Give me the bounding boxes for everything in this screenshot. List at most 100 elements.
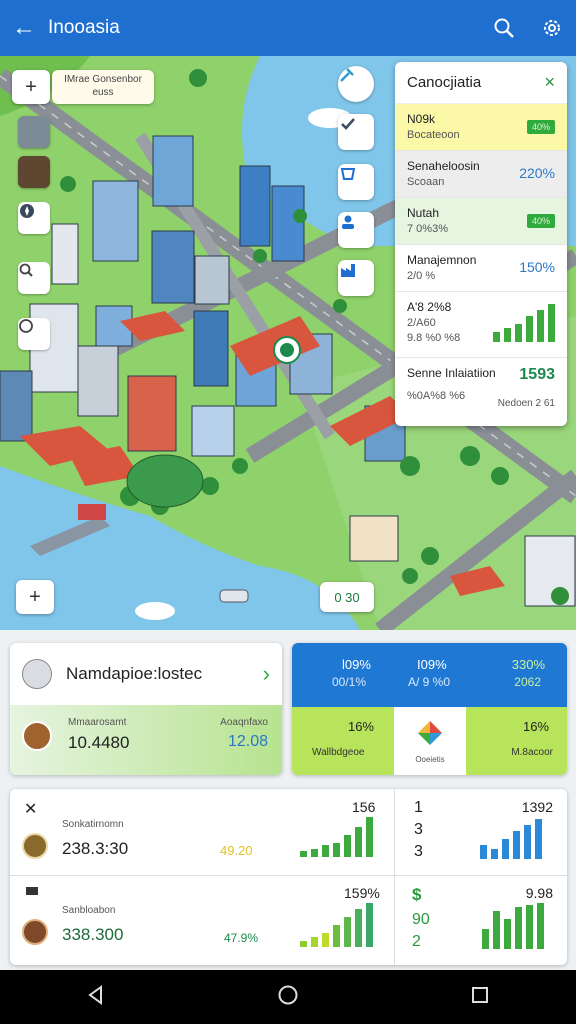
stat-label: Sanbloabon: [62, 905, 116, 916]
temple-icon: [22, 659, 52, 689]
stats-card[interactable]: ✕ Sonkatirnomn 238.3:30 49.20 156 Sanblo…: [10, 789, 567, 965]
people-icon[interactable]: [338, 212, 374, 248]
map-tip-card: IMrae Gonsenbor euss: [52, 70, 154, 104]
bar: [300, 941, 307, 947]
close-icon[interactable]: ×: [544, 72, 555, 93]
checklist-icon[interactable]: [338, 114, 374, 150]
bar: [300, 851, 307, 857]
bar: [311, 937, 318, 947]
econ-stat-a: l09%: [342, 657, 371, 672]
gear-icon[interactable]: [528, 0, 576, 56]
bar: [344, 917, 351, 947]
system-nav-bar: [0, 970, 576, 1024]
divider: [10, 875, 567, 876]
nav-recents-icon[interactable]: [469, 984, 491, 1011]
bar: [482, 929, 489, 949]
blue-bar-chart: [480, 819, 542, 859]
panel-row[interactable]: N09k Bocateoon 40%: [395, 104, 567, 151]
avatar-advisor-2[interactable]: [18, 156, 50, 188]
bar: [333, 925, 340, 947]
minus-icon: [26, 887, 38, 895]
bar: [333, 843, 340, 857]
bar: [480, 845, 487, 859]
map-chip[interactable]: 0 30: [320, 582, 374, 612]
search-map-icon[interactable]: [18, 262, 50, 294]
bar: [537, 903, 544, 949]
bar: [366, 903, 373, 947]
stat-mid-value: 49.20: [220, 843, 253, 858]
bar: [493, 911, 500, 949]
city-summary-card[interactable]: Namdapioe:lostec › Mmaarosamt 10.4480 Ao…: [10, 643, 282, 775]
econ-stat-a-sub: 00/1%: [332, 675, 367, 689]
nav-back-icon[interactable]: [85, 984, 107, 1011]
nav-home-icon[interactable]: [277, 984, 299, 1011]
econ-cell-left: 16% Wallbdgeoe: [292, 707, 394, 775]
tools-icon[interactable]: [338, 66, 374, 102]
bar: [311, 849, 318, 857]
stat-value: 238.3:30: [62, 839, 129, 858]
col-value-c: 3: [414, 843, 423, 860]
compass-icon[interactable]: [18, 202, 50, 234]
bar: [548, 304, 555, 342]
economy-card[interactable]: l09% 00/1% I09% A/ 9 %0 330% 2062 16% Wa…: [292, 643, 567, 775]
search-icon[interactable]: [480, 0, 528, 56]
chevron-right-icon[interactable]: ›: [263, 661, 270, 687]
app-title: Inooasia: [48, 17, 120, 38]
econ-stat-c: 330%: [511, 657, 545, 672]
econ-left-label: Wallbdgeoe: [312, 747, 365, 758]
stat-mid-value: 47.9%: [224, 931, 259, 945]
econ-left-value: 16%: [347, 719, 374, 734]
econ-stat-b-sub: A/ 9 %0: [408, 675, 451, 689]
panel-row[interactable]: A'8 2%8 2/A60 9.8 %0 %8: [395, 292, 567, 358]
bar: [491, 849, 498, 859]
card-title: Namdapioe:lostec: [66, 664, 203, 683]
brand-logo-icon: [418, 721, 442, 745]
dollar-icon: $: [412, 885, 422, 904]
hammer-icon: ✕: [24, 801, 38, 818]
shield-icon[interactable]: [338, 164, 374, 200]
arrow-back-icon[interactable]: ←: [0, 0, 48, 56]
bar: [526, 316, 533, 342]
bar: [344, 835, 351, 857]
bar: [322, 845, 329, 857]
row-badge: 40%: [526, 120, 555, 134]
tip-line-1: IMrae Gonsenbor: [64, 74, 142, 85]
bar: [355, 909, 362, 947]
chat-icon[interactable]: [18, 318, 50, 350]
info-panel: Canocjiatia × N09k Bocateoon 40% Senahel…: [395, 62, 567, 426]
bar: [515, 324, 522, 342]
mini-bar-chart: [493, 304, 555, 342]
stat-label: Sonkatirnomn: [62, 819, 124, 830]
col-value-f: 2: [412, 933, 421, 950]
bar: [515, 907, 522, 949]
panel-row[interactable]: Senaheloosin Scoaan 220%: [395, 151, 567, 198]
bar: [504, 328, 511, 342]
avatar-advisor-1[interactable]: [18, 116, 50, 148]
bar: [502, 839, 509, 859]
logo-caption: Ooeietis: [415, 755, 445, 764]
panel-row[interactable]: Manajemnon 2/0 % 150%: [395, 245, 567, 292]
panel-header: Canocjiatia ×: [395, 62, 567, 104]
bar: [526, 905, 533, 949]
econ-logo-cell: Ooeietis: [394, 707, 466, 775]
zoom-in-button[interactable]: +: [12, 70, 50, 104]
bar: [537, 310, 544, 342]
bar: [524, 825, 531, 859]
panel-row[interactable]: Senne Inlaiatiion %0A%8 %6 1593 Nedoen 2…: [395, 358, 567, 422]
app-bar: ← Inooasia: [0, 0, 576, 56]
add-button[interactable]: +: [16, 580, 54, 614]
col-value-b: 3: [414, 821, 423, 838]
economy-header: l09% 00/1% I09% A/ 9 %0 330% 2062: [292, 643, 567, 707]
stat-value: 10.4480: [68, 733, 130, 752]
econ-right-label: M.8acoor: [511, 747, 553, 758]
econ-cell-right: 16% M.8acoor: [466, 707, 567, 775]
row-value: 220%: [519, 165, 555, 181]
stat-value: 338.300: [62, 925, 124, 944]
row-badge: 40%: [526, 214, 555, 228]
row-value: 1593: [519, 366, 555, 383]
col-right-value-a: 1392: [521, 799, 553, 815]
stat-right-value: 12.08: [227, 733, 268, 750]
panel-row[interactable]: Nutah 7 0%3% 40%: [395, 198, 567, 245]
factory-icon[interactable]: [338, 260, 374, 296]
avatar: [22, 721, 52, 751]
